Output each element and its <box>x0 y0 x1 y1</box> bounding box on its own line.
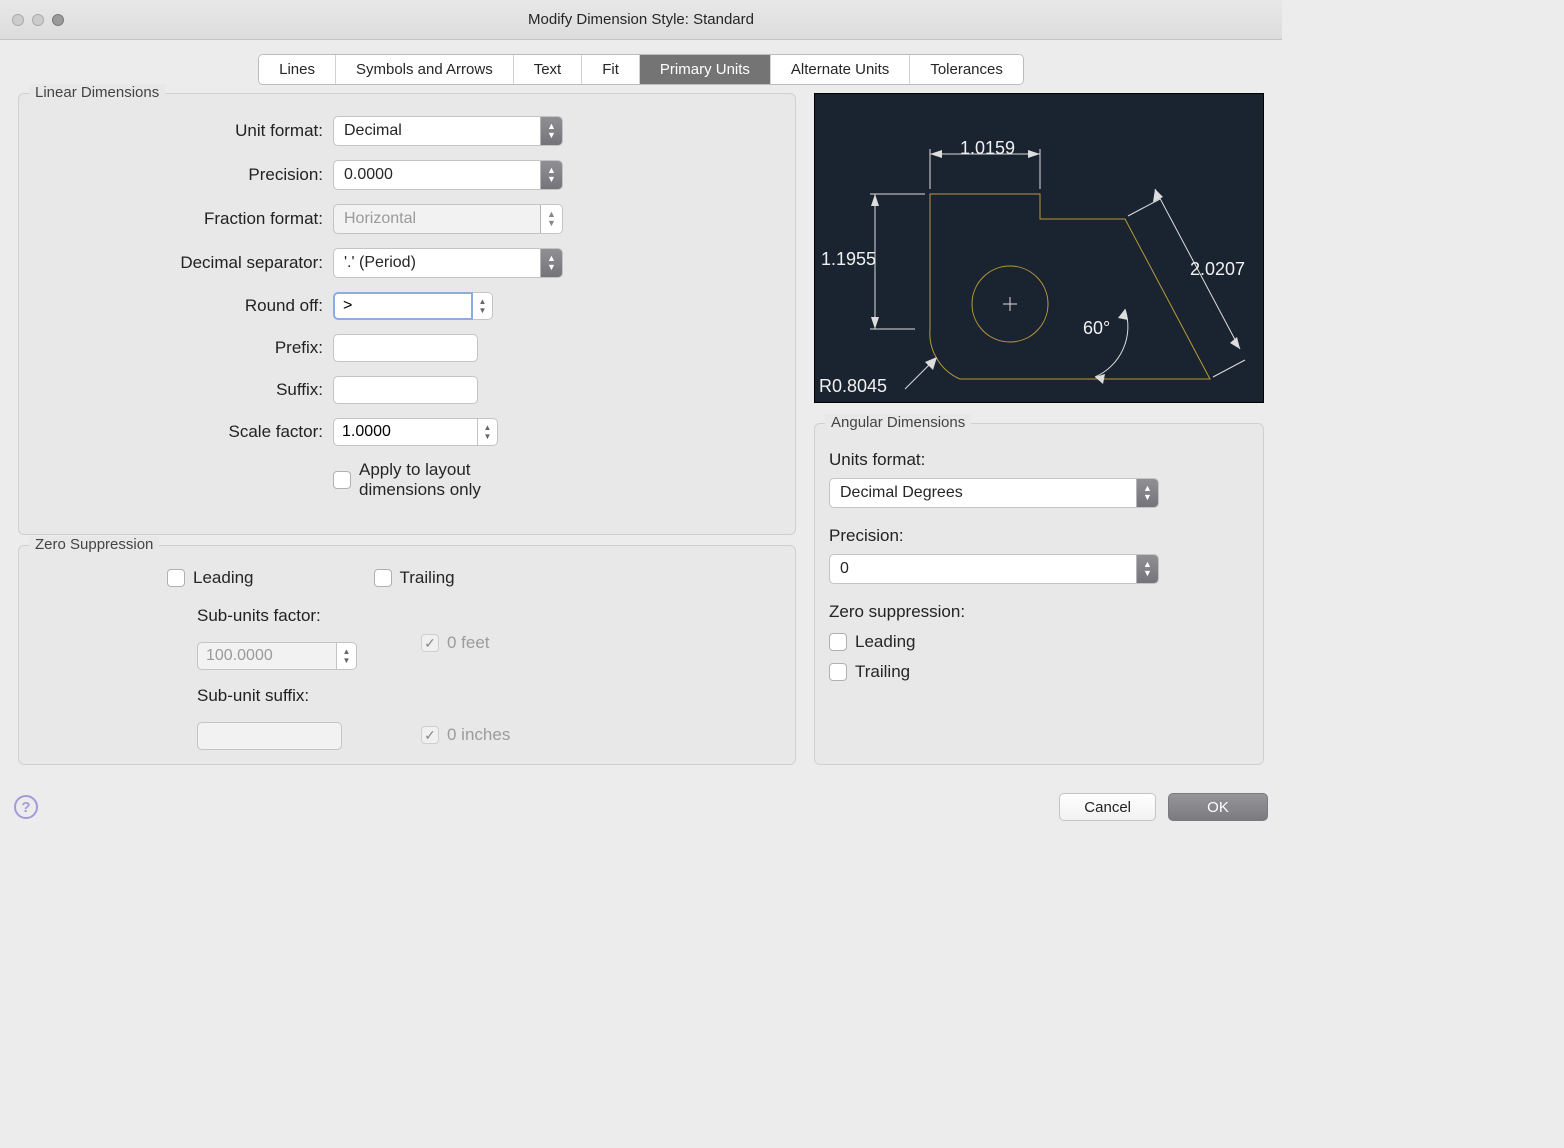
titlebar: Modify Dimension Style: Standard <box>0 0 1282 40</box>
preview-dim-angle: 60° <box>1083 318 1110 339</box>
apply-layout-label: Apply to layout dimensions only <box>359 460 539 500</box>
scale-factor-input[interactable] <box>333 418 478 446</box>
precision-select[interactable]: 0.0000 <box>333 160 563 190</box>
suffix-input[interactable] <box>333 376 478 404</box>
linear-dimensions-group: Linear Dimensions Unit format: Decimal P… <box>18 93 796 535</box>
angular-trailing-checkbox[interactable]: Trailing <box>829 662 1249 682</box>
tab-tolerances[interactable]: Tolerances <box>910 55 1023 84</box>
tab-primary-units[interactable]: Primary Units <box>640 55 771 84</box>
dropdown-icon <box>540 249 562 277</box>
angular-precision-select[interactable]: 0 <box>829 554 1159 584</box>
round-off-input[interactable] <box>333 292 473 320</box>
stepper-icon: ▲▼ <box>337 642 357 670</box>
sub-unit-suffix-input <box>197 722 342 750</box>
preview-dim-top: 1.0159 <box>960 138 1015 159</box>
prefix-input[interactable] <box>333 334 478 362</box>
sub-unit-suffix-label: Sub-unit suffix: <box>197 686 357 706</box>
dropdown-icon <box>1136 555 1158 583</box>
prefix-label: Prefix: <box>33 338 333 358</box>
suffix-label: Suffix: <box>33 380 333 400</box>
zero-trailing-checkbox[interactable]: Trailing <box>374 568 455 588</box>
angular-zero-suppress-label: Zero suppression: <box>829 602 1249 622</box>
stepper-icon[interactable]: ▲▼ <box>478 418 498 446</box>
angular-precision-label: Precision: <box>829 526 1249 546</box>
angular-units-format-label: Units format: <box>829 450 1249 470</box>
precision-label: Precision: <box>33 165 333 185</box>
angular-dimensions-group: Angular Dimensions Units format: Decimal… <box>814 423 1264 765</box>
tab-symbols-arrows[interactable]: Symbols and Arrows <box>336 55 514 84</box>
unit-format-label: Unit format: <box>33 121 333 141</box>
tab-text[interactable]: Text <box>514 55 583 84</box>
tab-lines[interactable]: Lines <box>259 55 336 84</box>
angular-units-format-select[interactable]: Decimal Degrees <box>829 478 1159 508</box>
sub-units-factor-input <box>197 642 337 670</box>
tab-alternate-units[interactable]: Alternate Units <box>771 55 910 84</box>
fraction-format-label: Fraction format: <box>33 209 333 229</box>
decimal-separator-label: Decimal separator: <box>33 253 333 273</box>
dropdown-icon <box>540 205 562 233</box>
angular-dimensions-title: Angular Dimensions <box>825 414 971 431</box>
ok-button[interactable]: OK <box>1168 793 1268 821</box>
zero-leading-checkbox[interactable]: Leading <box>167 568 254 588</box>
tab-fit[interactable]: Fit <box>582 55 640 84</box>
dropdown-icon <box>540 161 562 189</box>
stepper-icon[interactable]: ▲▼ <box>473 292 493 320</box>
cancel-button[interactable]: Cancel <box>1059 793 1156 821</box>
dropdown-icon <box>540 117 562 145</box>
preview-dim-radius: R0.8045 <box>819 376 887 397</box>
zero-feet-checkbox: 0 feet <box>421 633 510 653</box>
fraction-format-select: Horizontal <box>333 204 563 234</box>
dimension-preview: 1.0159 1.1955 2.0207 60° R0.8045 <box>814 93 1264 403</box>
round-off-label: Round off: <box>33 296 333 316</box>
zero-suppression-group: Zero Suppression Leading Trailing Sub-un… <box>18 545 796 765</box>
unit-format-select[interactable]: Decimal <box>333 116 563 146</box>
zero-suppression-title: Zero Suppression <box>29 536 159 553</box>
apply-layout-checkbox[interactable]: Apply to layout dimensions only <box>333 460 539 500</box>
linear-dimensions-title: Linear Dimensions <box>29 84 165 101</box>
decimal-separator-select[interactable]: '.' (Period) <box>333 248 563 278</box>
help-icon[interactable]: ? <box>14 795 38 819</box>
angular-leading-checkbox[interactable]: Leading <box>829 632 1249 652</box>
preview-dim-diag: 2.0207 <box>1190 259 1245 280</box>
zero-inches-checkbox: 0 inches <box>421 725 510 745</box>
tab-bar: Lines Symbols and Arrows Text Fit Primar… <box>258 54 1024 85</box>
scale-factor-label: Scale factor: <box>33 422 333 442</box>
preview-dim-left: 1.1955 <box>821 249 876 270</box>
sub-units-factor-label: Sub-units factor: <box>197 606 357 626</box>
window-title: Modify Dimension Style: Standard <box>0 11 1282 28</box>
dropdown-icon <box>1136 479 1158 507</box>
